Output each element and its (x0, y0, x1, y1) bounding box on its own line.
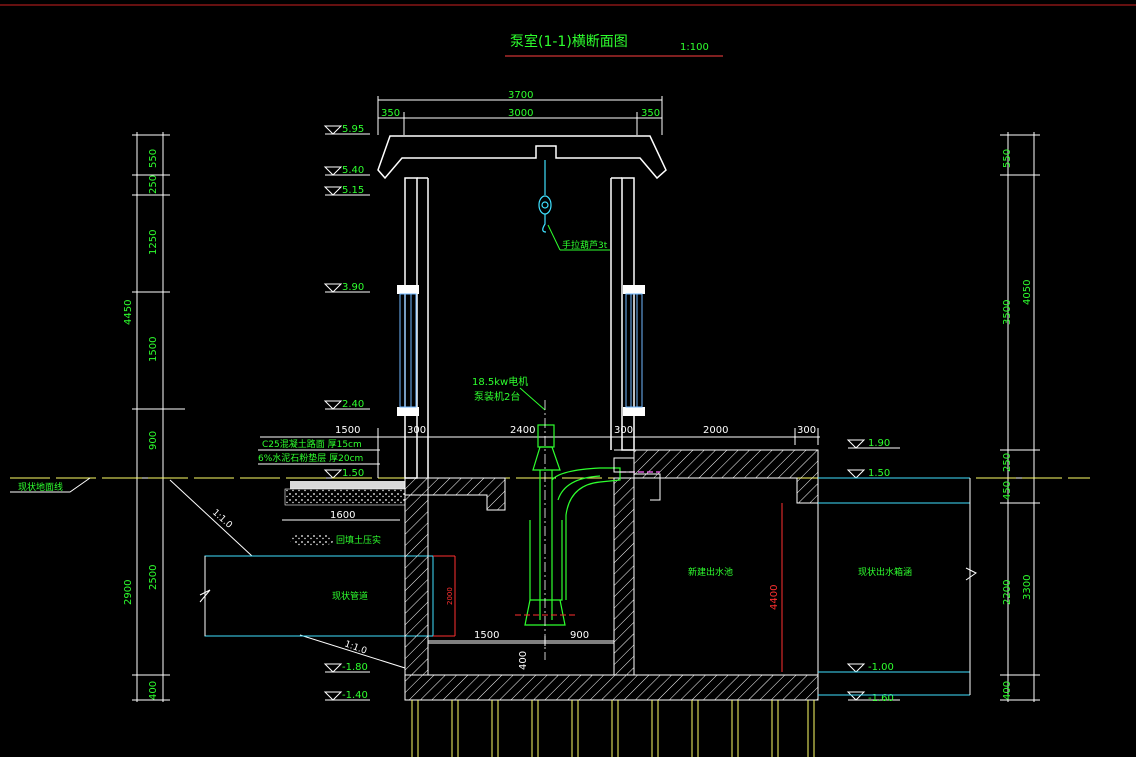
vdim-right-4050: 4050 (1022, 280, 1033, 305)
hdim-2000: 2000 (703, 425, 728, 436)
elev-neg1.40: -1.40 (342, 690, 368, 701)
vdim-right-450: 450 (1002, 481, 1013, 500)
pave-label-2: 6%水泥石粉垫层 厚20cm (258, 452, 363, 464)
elev-3.90: 3.90 (342, 282, 364, 293)
elev-1.50-right: 1.50 (868, 468, 890, 479)
vdim-right-3300: 3300 (1022, 575, 1033, 600)
backfill-mark (290, 533, 334, 547)
vdim-left-4450: 4450 (123, 300, 134, 325)
section-drawing: 泵室(1-1)横断面图 1:100 3700 350 3000 350 手拉葫芦… (0, 4, 1136, 757)
drawing-scale: 1:100 (680, 42, 709, 53)
hdim-low-1500: 1500 (474, 630, 499, 641)
right-culvert (818, 477, 977, 696)
outlet-culvert-label: 现状出水箱涵 (858, 566, 912, 578)
right-dimension-chain (1000, 132, 1040, 702)
motor-label-1: 18.5kw电机 (472, 375, 528, 388)
slope-line-1 (169, 479, 253, 557)
vdim-right-2200: 2200 (1002, 580, 1013, 605)
vdim-left-250: 250 (148, 175, 159, 194)
hdim-1500: 1500 (335, 425, 360, 436)
hdim-2400: 2400 (510, 425, 535, 436)
windows (397, 285, 645, 416)
vdim-right-400: 400 (1002, 681, 1013, 700)
motor-label-2: 泵装机2台 (474, 390, 520, 403)
dim-right: 350 (641, 108, 660, 119)
slope-label-1: 1:1.0 (210, 508, 234, 531)
pipe-left-label: 现状管道 (332, 590, 368, 602)
hdim-low-900: 900 (570, 630, 589, 641)
elev-5.40: 5.40 (342, 165, 364, 176)
pipe-left-dim: 2000 (446, 587, 454, 605)
dim-left: 350 (381, 108, 400, 119)
hoist-icon (538, 160, 552, 233)
vdim-left-550: 550 (148, 149, 159, 168)
elev-5.95: 5.95 (342, 124, 364, 135)
drawing-title: 泵室(1-1)横断面图 (510, 33, 628, 50)
elev-2.40: 2.40 (342, 399, 364, 410)
elevation-marks-left (323, 125, 370, 701)
slope-label-2: 1:1.0 (343, 639, 368, 656)
vdim-left-2900: 2900 (123, 580, 134, 605)
elev-1.50-left: 1.50 (342, 468, 364, 479)
piles (411, 700, 815, 757)
vdim-left-1500: 1500 (148, 337, 159, 362)
vdim-left-900: 900 (148, 431, 159, 450)
pump-pit-structure (404, 449, 819, 701)
roof-slab (377, 135, 667, 180)
hoist-label: 手拉葫芦3t (562, 239, 608, 251)
hdim-300a: 300 (407, 425, 426, 436)
cushion-layer (284, 488, 406, 506)
hdim-300c: 300 (797, 425, 816, 436)
vdim-low-400: 400 (518, 651, 529, 670)
left-dimension-chain (132, 132, 185, 702)
vdim-right-3500: 3500 (1002, 300, 1013, 325)
dim-1600: 1600 (330, 510, 355, 521)
hoist-leader (547, 224, 561, 251)
dim-total: 3700 (508, 90, 533, 101)
elev-5.15: 5.15 (342, 185, 364, 196)
vdim-left-1250: 1250 (148, 230, 159, 255)
vdim-left-400: 400 (148, 681, 159, 700)
backfill-label: 回填土压实 (336, 534, 381, 546)
vdim-right-550: 550 (1002, 149, 1013, 168)
elev-neg1.00: -1.00 (868, 662, 894, 673)
dim-4400: 4400 (769, 585, 780, 610)
pavement-layer (290, 481, 405, 489)
ground-label: 现状地面线 (18, 481, 63, 493)
dim-mid: 3000 (508, 108, 533, 119)
outlet-pool-label: 新建出水池 (688, 566, 733, 578)
elev-1.90: 1.90 (868, 438, 890, 449)
pave-label-1: C25混凝土路面 厚15cm (262, 438, 362, 450)
vdim-right-250: 250 (1002, 453, 1013, 472)
hdim-300b: 300 (614, 425, 633, 436)
motor-leader (519, 387, 546, 411)
vdim-left-2500: 2500 (148, 565, 159, 590)
elev-neg1.80: -1.80 (342, 662, 368, 673)
